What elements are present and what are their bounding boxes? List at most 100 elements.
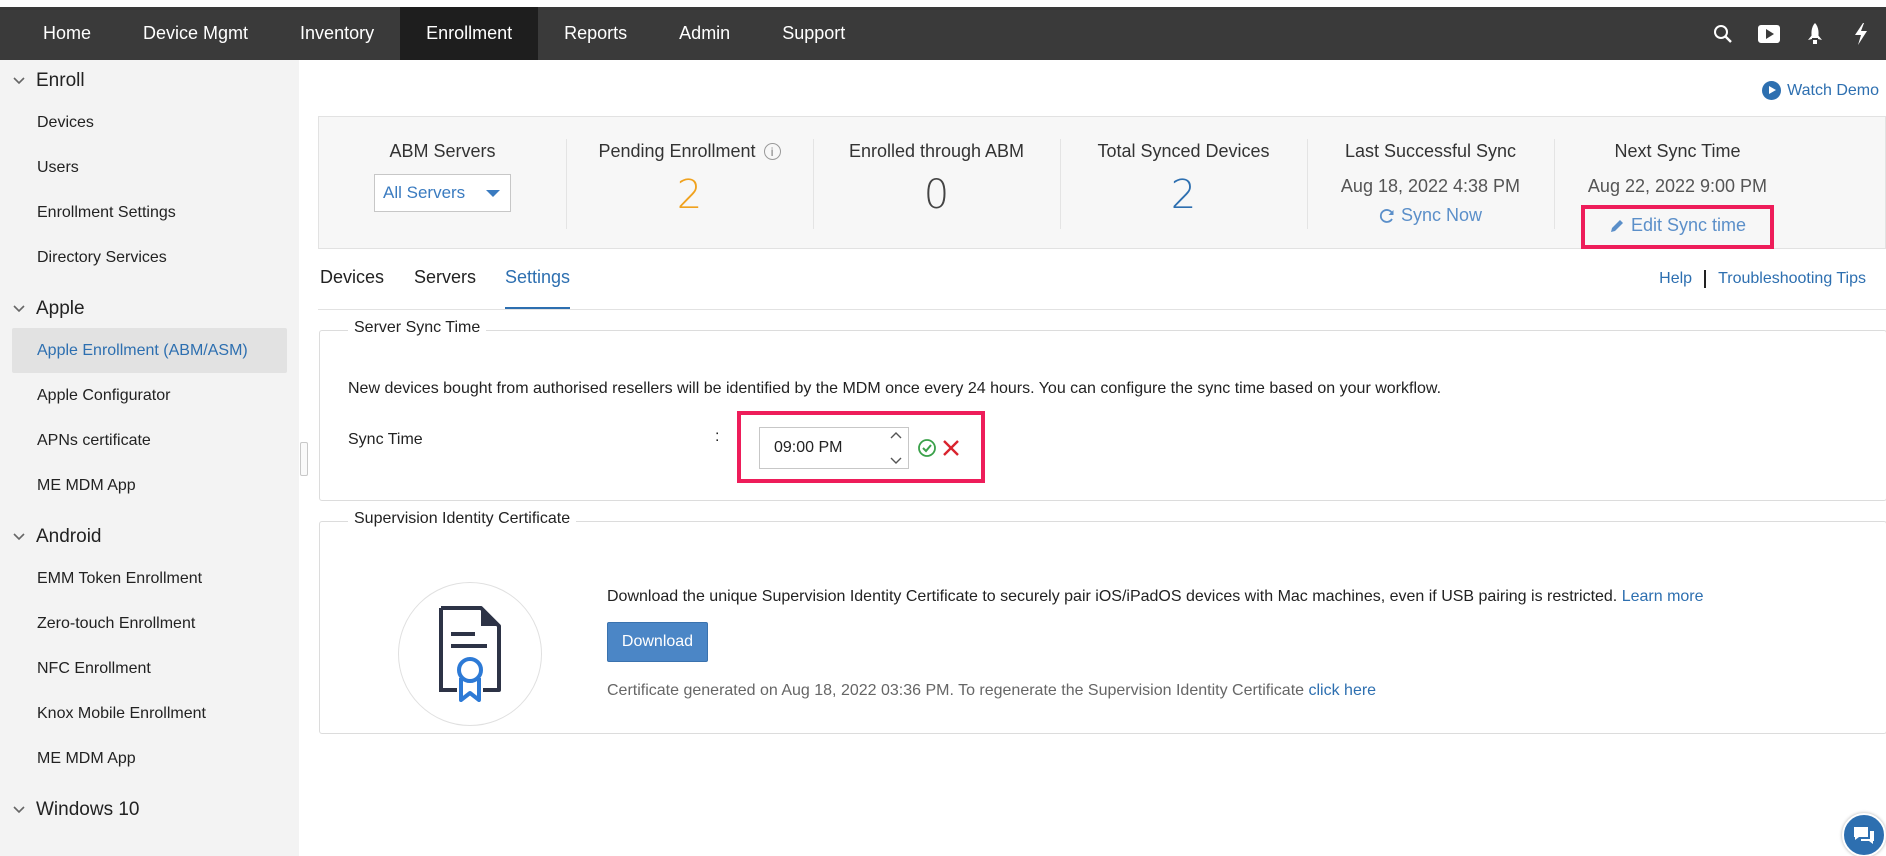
flash-icon[interactable]	[1850, 22, 1872, 45]
settings-tabs: Devices Servers Settings Help Troublesho…	[318, 258, 1886, 310]
time-spinner[interactable]	[889, 431, 903, 465]
caret-down-icon	[486, 189, 500, 197]
edit-sync-time-link[interactable]: Edit Sync time	[1609, 215, 1746, 236]
total-synced-count[interactable]: 2	[1060, 172, 1307, 218]
sidebar-item-devices[interactable]: Devices	[0, 100, 299, 145]
sidebar-item-users[interactable]: Users	[0, 145, 299, 190]
sidebar-item-knox-mobile-enrollment[interactable]: Knox Mobile Enrollment	[0, 691, 299, 736]
sidebar-item-enrollment-settings[interactable]: Enrollment Settings	[0, 190, 299, 235]
sidebar-item-nfc-enrollment[interactable]: NFC Enrollment	[0, 646, 299, 691]
stat-last-sync: Last Successful Sync Aug 18, 2022 4:38 P…	[1307, 117, 1554, 248]
sidebar-resize-handle[interactable]	[300, 442, 308, 476]
sidebar-section-enroll[interactable]: Enroll	[0, 62, 299, 100]
sidebar-item-emm-token-enrollment[interactable]: EMM Token Enrollment	[0, 556, 299, 601]
top-nav-menu: Home Device Mgmt Inventory Enrollment Re…	[17, 7, 871, 60]
sidebar-section-title: Apple	[36, 298, 85, 319]
chat-button[interactable]	[1842, 813, 1886, 856]
certificate-note-text: Certificate generated on Aug 18, 2022 03…	[607, 682, 1305, 699]
separator	[1704, 270, 1707, 288]
watch-demo-label: Watch Demo	[1787, 81, 1879, 99]
video-icon[interactable]	[1758, 23, 1780, 45]
enrolled-count[interactable]: 0	[813, 172, 1060, 218]
stat-label: ABM Servers	[389, 141, 496, 161]
nav-support[interactable]: Support	[756, 7, 871, 60]
chevron-down-icon	[12, 803, 26, 817]
sidebar-item-apns-certificate[interactable]: APNs certificate	[0, 418, 299, 463]
sync-now-link[interactable]: Sync Now	[1379, 205, 1482, 226]
nav-inventory[interactable]: Inventory	[274, 7, 400, 60]
sync-time-value: 09:00 PM	[774, 439, 843, 456]
nav-reports[interactable]: Reports	[538, 7, 653, 60]
certificate-description-text: Download the unique Supervision Identity…	[607, 588, 1618, 605]
stat-total-synced: Total Synced Devices 2	[1060, 117, 1307, 248]
nav-admin[interactable]: Admin	[653, 7, 756, 60]
watch-demo-link[interactable]: Watch Demo	[1762, 81, 1879, 100]
edit-sync-highlight: Edit Sync time	[1580, 205, 1775, 249]
abm-server-select[interactable]: All Servers	[374, 174, 511, 212]
sync-time-input[interactable]: 09:00 PM	[759, 427, 909, 469]
chat-icon	[1854, 827, 1874, 844]
section-legend: Server Sync Time	[348, 319, 487, 337]
chevron-up-icon[interactable]	[890, 431, 902, 439]
close-icon[interactable]	[940, 437, 962, 459]
pending-count[interactable]: 2	[566, 172, 813, 218]
nav-enrollment[interactable]: Enrollment	[400, 7, 539, 60]
sync-time-editor-highlight: 09:00 PM	[737, 411, 985, 483]
stat-label: Next Sync Time	[1614, 141, 1741, 161]
tab-devices[interactable]: Devices	[320, 258, 384, 310]
top-nav-bar: Home Device Mgmt Inventory Enrollment Re…	[0, 7, 1886, 60]
sidebar-item-zero-touch-enrollment[interactable]: Zero-touch Enrollment	[0, 601, 299, 646]
help-link[interactable]: Help	[1659, 270, 1692, 288]
certificate-icon	[439, 606, 501, 702]
sidebar-section-windows[interactable]: Windows 10	[0, 791, 299, 829]
nav-device-mgmt[interactable]: Device Mgmt	[117, 7, 274, 60]
chevron-down-icon	[12, 302, 26, 316]
help-links: Help Troubleshooting Tips	[1659, 270, 1866, 288]
section-legend: Supervision Identity Certificate	[348, 510, 577, 528]
nav-home[interactable]: Home	[17, 7, 117, 60]
refresh-icon	[1379, 208, 1394, 223]
certificate-description: Download the unique Supervision Identity…	[607, 588, 1704, 606]
stat-label: Pending Enrollment	[598, 141, 756, 161]
certificate-badge	[398, 582, 542, 726]
sidebar-section-android[interactable]: Android	[0, 518, 299, 556]
sidebar-section-apple[interactable]: Apple	[0, 290, 299, 328]
chevron-down-icon[interactable]	[890, 457, 902, 465]
next-sync-date: Aug 22, 2022 9:00 PM	[1587, 176, 1768, 196]
main-content: Watch Demo ABM Servers All Servers Pendi…	[318, 60, 1886, 856]
chevron-down-icon	[12, 74, 26, 88]
abm-stats-panel: ABM Servers All Servers Pending Enrollme…	[318, 116, 1886, 249]
learn-more-link[interactable]: Learn more	[1622, 588, 1704, 605]
tab-servers[interactable]: Servers	[414, 258, 476, 310]
info-icon[interactable]: i	[763, 143, 781, 160]
pencil-icon	[1610, 219, 1623, 232]
stat-label: Total Synced Devices	[1097, 141, 1270, 161]
sidebar-section-title: Windows 10	[36, 799, 140, 820]
search-icon[interactable]	[1712, 23, 1734, 45]
sync-description: New devices bought from authorised resel…	[348, 380, 1442, 397]
server-sync-time-section: Server Sync Time New devices bought from…	[319, 319, 1886, 501]
download-button[interactable]: Download	[607, 622, 708, 662]
sync-now-label: Sync Now	[1400, 205, 1483, 225]
tab-settings[interactable]: Settings	[505, 258, 571, 309]
stat-abm-servers: ABM Servers All Servers	[319, 117, 566, 248]
sync-time-label: Sync Time	[348, 431, 423, 448]
troubleshooting-tips-link[interactable]: Troubleshooting Tips	[1718, 270, 1866, 288]
colon: :	[715, 428, 720, 445]
last-sync-date: Aug 18, 2022 4:38 PM	[1340, 176, 1521, 196]
sidebar-item-me-mdm-app[interactable]: ME MDM App	[0, 463, 299, 508]
regenerate-click-here-link[interactable]: click here	[1308, 682, 1376, 699]
sidebar-item-apple-configurator[interactable]: Apple Configurator	[0, 373, 299, 418]
sidebar-section-title: Enroll	[36, 70, 85, 91]
certificate-note: Certificate generated on Aug 18, 2022 03…	[607, 682, 1376, 700]
sidebar-item-android-me-mdm-app[interactable]: ME MDM App	[0, 736, 299, 781]
sidebar-item-directory-services[interactable]: Directory Services	[0, 235, 299, 280]
play-icon	[1762, 81, 1782, 100]
edit-sync-time-label: Edit Sync time	[1630, 215, 1747, 235]
rocket-icon[interactable]	[1804, 22, 1826, 45]
check-circle-icon[interactable]	[916, 437, 938, 459]
stat-pending-enrollment: Pending Enrollment i 2	[566, 117, 813, 248]
chevron-down-icon	[12, 530, 26, 544]
sidebar-item-apple-enrollment[interactable]: Apple Enrollment (ABM/ASM)	[12, 328, 287, 373]
stat-enrolled-through-abm: Enrolled through ABM 0	[813, 117, 1060, 248]
